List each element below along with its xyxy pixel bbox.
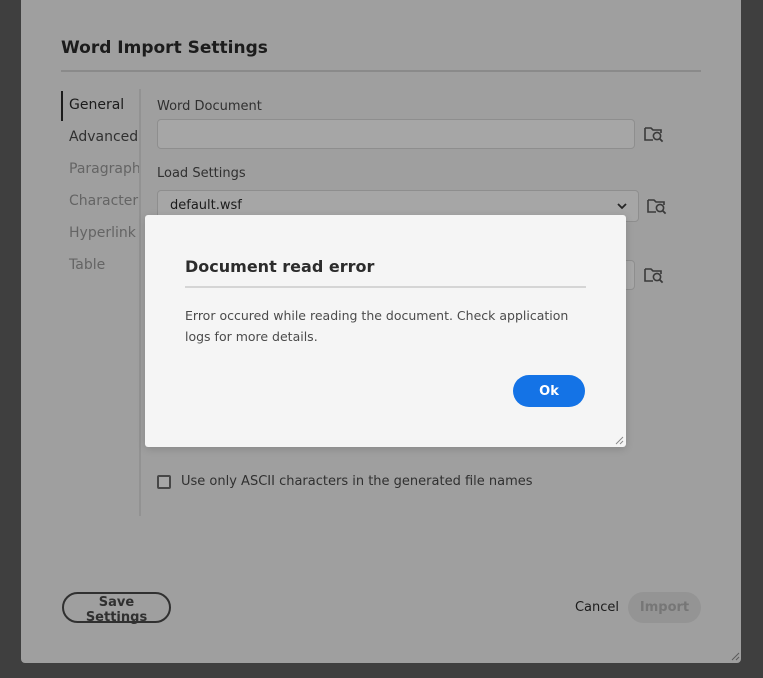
modal-divider [185,286,586,288]
modal-title: Document read error [185,257,375,276]
ok-button[interactable]: Ok [513,375,585,407]
resize-grip-icon[interactable] [614,435,624,445]
modal-message: Error occured while reading the document… [185,308,569,344]
error-modal: Document read error Error occured while … [145,215,626,447]
